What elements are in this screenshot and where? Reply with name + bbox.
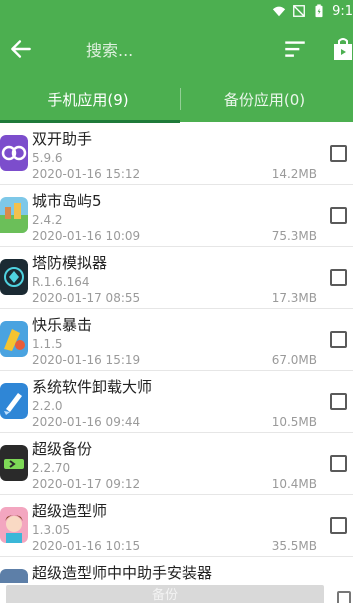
tower-defense-icon (0, 259, 28, 295)
select-checkbox[interactable] (330, 145, 347, 162)
app-version: R.1.6.164 (32, 275, 90, 289)
select-checkbox[interactable] (330, 393, 347, 410)
app-name: 超级备份 (32, 440, 93, 458)
list-item[interactable]: 系统软件卸载大师 2.2.0 2020-01-16 09:44 10.5MB (0, 371, 353, 433)
app-size: 17.3MB (271, 291, 317, 305)
app-name: 系统软件卸载大师 (32, 378, 153, 396)
app-size: 10.4MB (271, 477, 317, 491)
app-date: 2020-01-16 09:44 (32, 415, 141, 429)
app-version: 2.2.0 (32, 399, 63, 413)
app-date: 2020-01-16 15:12 (32, 167, 141, 181)
app-version: 1.1.5 (32, 337, 63, 351)
select-all-checkbox[interactable] (337, 591, 351, 603)
list-item[interactable]: 超级造型师中中助手安装器 (0, 557, 353, 583)
dual-space-icon (0, 135, 28, 171)
app-version: 2.2.70 (32, 461, 71, 475)
app-version: 1.3.05 (32, 523, 71, 537)
app-store-icon[interactable] (331, 36, 353, 62)
installer-icon (0, 569, 28, 583)
app-name: 超级造型师中中助手安装器 (32, 564, 213, 582)
search-input[interactable]: 搜索... (86, 37, 133, 61)
toolbar: 搜索... (0, 24, 353, 76)
battery-icon (315, 4, 323, 18)
signal-off-icon (293, 5, 305, 17)
list-item[interactable]: 塔防模拟器 R.1.6.164 2020-01-17 08:55 17.3MB (0, 247, 353, 309)
bottom-bar: 备份 (0, 583, 353, 603)
app-list: 双开助手 5.9.6 2020-01-16 15:12 14.2MB 城市岛屿5… (0, 123, 353, 583)
list-item[interactable]: 城市岛屿5 2.4.2 2020-01-16 10:09 75.3MB (0, 185, 353, 247)
select-checkbox[interactable] (330, 331, 347, 348)
app-date: 2020-01-17 09:12 (32, 477, 141, 491)
tab-bar: 手机应用(9) 备份应用(0) (0, 76, 353, 122)
app-name: 城市岛屿5 (32, 192, 102, 210)
uninstaller-icon (0, 383, 28, 419)
sort-icon[interactable] (282, 38, 308, 60)
app-name: 双开助手 (32, 130, 93, 148)
app-date: 2020-01-16 10:15 (32, 539, 141, 553)
back-arrow-icon[interactable] (8, 36, 34, 62)
status-icons: 9:1 (272, 2, 353, 20)
app-size: 10.5MB (271, 415, 317, 429)
list-item[interactable]: 超级备份 2.2.70 2020-01-17 09:12 10.4MB (0, 433, 353, 495)
status-bar: 9:1 (0, 0, 353, 24)
app-name: 超级造型师 (32, 502, 108, 520)
app-name: 塔防模拟器 (32, 254, 108, 272)
app-version: 2.4.2 (32, 213, 63, 227)
tab-phone-apps[interactable]: 手机应用(9) (0, 76, 176, 122)
app-version: 5.9.6 (32, 151, 63, 165)
tab-backup-apps[interactable]: 备份应用(0) (176, 76, 353, 122)
list-item[interactable]: 快乐暴击 1.1.5 2020-01-16 15:19 67.0MB (0, 309, 353, 371)
wifi-icon (272, 6, 286, 17)
app-size: 67.0MB (271, 353, 317, 367)
select-checkbox[interactable] (330, 207, 347, 224)
backup-button[interactable]: 备份 (6, 585, 324, 603)
app-size: 75.3MB (271, 229, 317, 243)
list-item[interactable]: 双开助手 5.9.6 2020-01-16 15:12 14.2MB (0, 123, 353, 185)
city-island-icon (0, 197, 28, 233)
app-name: 快乐暴击 (32, 316, 93, 334)
super-stylist-icon (0, 507, 28, 543)
list-item[interactable]: 超级造型师 1.3.05 2020-01-16 10:15 35.5MB (0, 495, 353, 557)
select-checkbox[interactable] (330, 269, 347, 286)
happy-crit-icon (0, 321, 28, 357)
status-time: 9:1 (332, 3, 353, 19)
app-size: 35.5MB (271, 539, 317, 553)
select-checkbox[interactable] (330, 517, 347, 534)
select-checkbox[interactable] (330, 455, 347, 472)
app-date: 2020-01-16 15:19 (32, 353, 141, 367)
app-size: 14.2MB (271, 167, 317, 181)
super-backup-icon (0, 445, 28, 481)
app-date: 2020-01-16 10:09 (32, 229, 141, 243)
app-date: 2020-01-17 08:55 (32, 291, 141, 305)
